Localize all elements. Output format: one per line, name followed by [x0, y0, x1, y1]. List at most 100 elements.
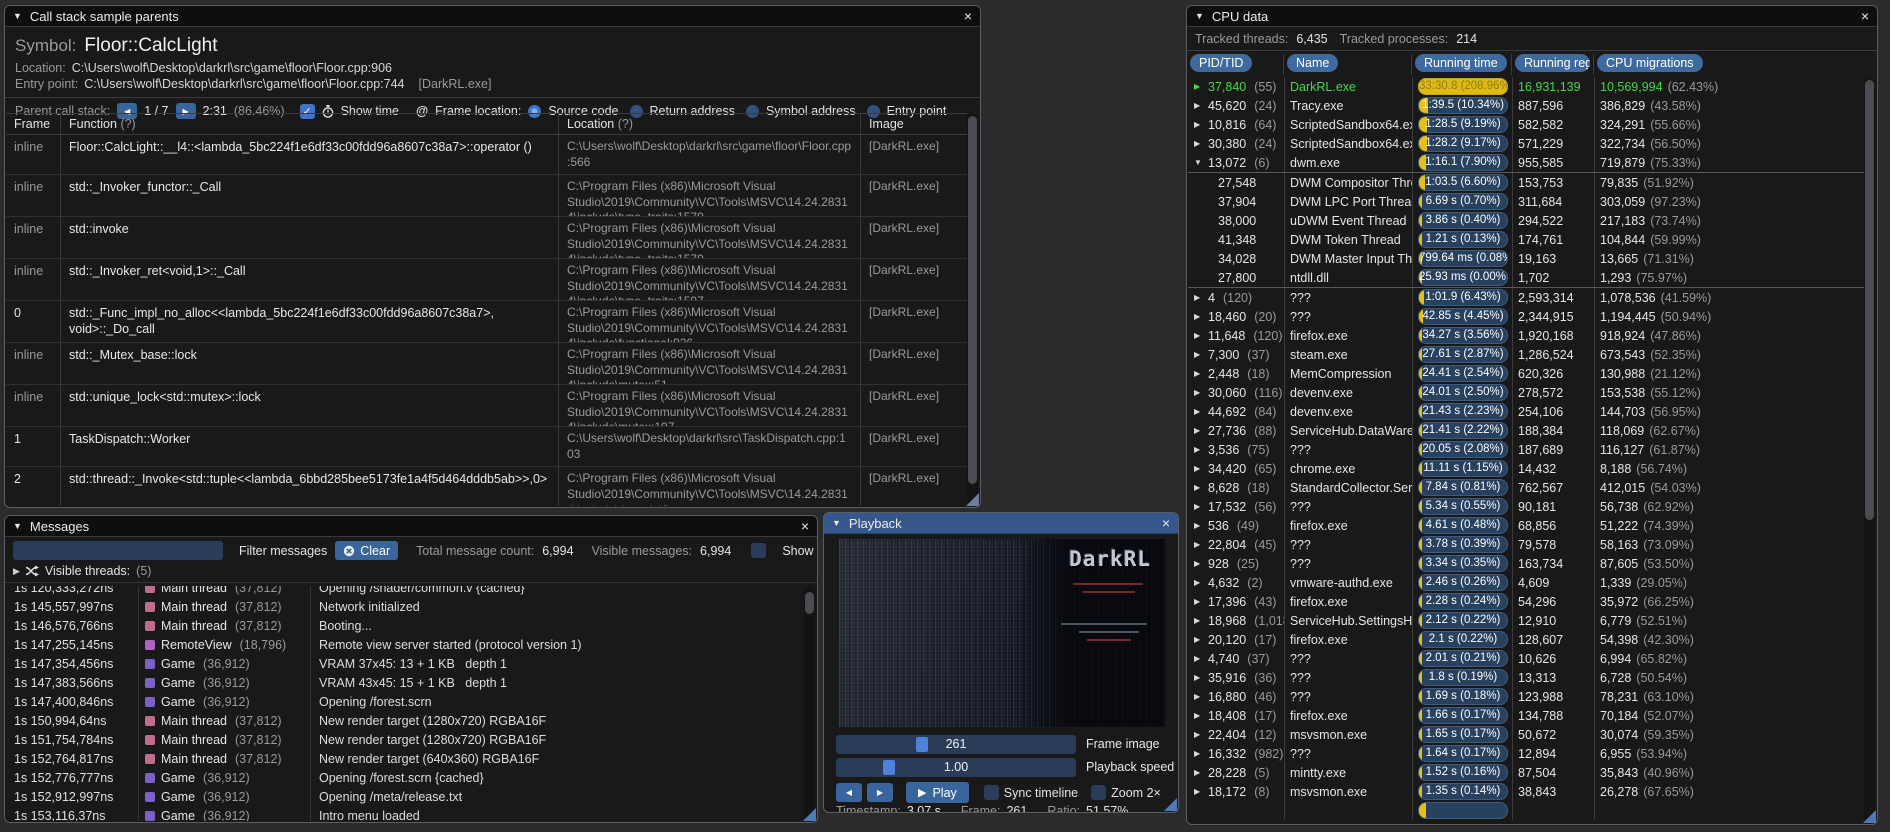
cpu-row[interactable]: 41,348 DWM Token Thread 1.21 s (0.13%) 174,…	[1188, 230, 1864, 249]
callstack-row[interactable]: 0 std::_Func_impl_no_alloc<<lambda_5bc224…	[6, 301, 967, 344]
expand-row-icon[interactable]: ▶	[1194, 597, 1204, 606]
message-row[interactable]: 1s 120,333,272ns Main thread (37,812) Openi…	[6, 586, 804, 597]
cpu-row[interactable]	[1188, 801, 1864, 820]
expand-row-icon[interactable]: ▶	[1194, 426, 1204, 435]
clear-button[interactable]: Clear	[335, 541, 399, 560]
expand-row-icon[interactable]: ▶	[1194, 787, 1204, 796]
cpu-row[interactable]: ▶ 7,300 (37) steam.exe 27.61 s (2.87%) 1,286,…	[1188, 345, 1864, 364]
cpu-scrollbar[interactable]	[1864, 78, 1875, 822]
cpu-row[interactable]: ▶ 30,060 (116) devenv.exe 24.01 s (2.50%) 278…	[1188, 383, 1864, 402]
message-row[interactable]: 1s 152,912,997ns Game (36,912) Opening /met…	[6, 787, 804, 806]
expand-row-icon[interactable]: ▶	[1194, 407, 1204, 416]
cpu-row[interactable]: ▶ 20,120 (17) firefox.exe 2.1 s (0.22%) 128,6…	[1188, 630, 1864, 649]
cpu-row[interactable]: ▶ 22,804 (45)??? 3.78 s (0.39%) 79,578 58,163…	[1188, 535, 1864, 554]
expand-row-icon[interactable]: ▶	[1194, 635, 1204, 644]
cpu-row[interactable]: ▶8,628(18) StandardCollector.Service.e 7.8…	[1188, 478, 1864, 497]
cpu-row[interactable]: ▶ 4,740 (37)??? 2.01 s (0.21%) 10,626 6,994 (6…	[1188, 649, 1864, 668]
cpu-row[interactable]: ▶ 45,620 (24) Tracy.exe 1:39.5 (10.34%) 887,5…	[1188, 96, 1864, 115]
expand-row-icon[interactable]: ▶	[1194, 350, 1204, 359]
expand-row-icon[interactable]: ▶	[1194, 673, 1204, 682]
cpu-row[interactable]: ▶ 17,396 (43) firefox.exe 2.28 s (0.24%) 54,2…	[1188, 592, 1864, 611]
message-row[interactable]: 1s 147,383,566ns Game (36,912) VRAM 43x45: …	[6, 673, 804, 692]
callstack-row[interactable]: inline std::invoke C:\Program Files (x86)\…	[6, 217, 967, 260]
cpu-row[interactable]: ▶ 16,880 (46)??? 1.69 s (0.18%) 123,988 78,23…	[1188, 687, 1864, 706]
resize-grip[interactable]	[966, 493, 979, 506]
expand-row-icon[interactable]: ▶	[1194, 464, 1204, 473]
header-frame[interactable]: Frame	[6, 114, 60, 135]
collapse-row-icon[interactable]: ▼	[1194, 158, 1204, 167]
expand-row-icon[interactable]: ▶	[1194, 559, 1204, 568]
message-row[interactable]: 1s 152,764,817ns Main thread (37,812) New r…	[6, 749, 804, 768]
header-location[interactable]: Location (?)	[558, 114, 860, 135]
close-icon[interactable]: ×	[1861, 9, 1869, 23]
cpu-row[interactable]: ▶ 536 (49) firefox.exe 4.61 s (0.48%) 68,856 5…	[1188, 516, 1864, 535]
expand-row-icon[interactable]: ▶	[1194, 120, 1204, 129]
zoom-2x-checkbox[interactable]	[1091, 785, 1107, 800]
resize-grip[interactable]	[1863, 810, 1876, 823]
header-cpu-migrations[interactable]: CPU migrations	[1597, 54, 1703, 72]
cpu-row[interactable]: ▶27,736(88) ServiceHub.DataWarehouse 21.41…	[1188, 421, 1864, 440]
header-image[interactable]: Image	[860, 114, 967, 135]
collapse-icon[interactable]: ▼	[13, 11, 22, 21]
expand-row-icon[interactable]: ▶	[1194, 654, 1204, 663]
expand-threads-icon[interactable]: ▶	[13, 566, 20, 577]
callstack-row[interactable]: inline std::_Mutex_base::lock C:\Program F…	[6, 343, 967, 386]
cpu-row[interactable]: ▶ 44,692 (84) devenv.exe 21.43 s (2.23%) 254,…	[1188, 402, 1864, 421]
cpu-row[interactable]: ▶ 18,460 (20)??? 42.85 s (4.45%) 2,344,915 1,…	[1188, 307, 1864, 326]
cpu-row[interactable]: ▶18,968(1,018)ServiceHub.SettingsHost.ex…	[1188, 611, 1864, 630]
cpu-row[interactable]: 38,000 uDWM Event Thread 3.86 s (0.40%) 294…	[1188, 211, 1864, 230]
cpu-row[interactable]: ▶ 18,408 (17) firefox.exe 1.66 s (0.17%) 134,…	[1188, 706, 1864, 725]
cpu-row[interactable]: ▶ 35,916 (36)??? 1.8 s (0.19%) 13,313 6,728 (5…	[1188, 668, 1864, 687]
message-row[interactable]: 1s 146,576,766ns Main thread (37,812) Booti…	[6, 616, 804, 635]
message-row[interactable]: 1s 145,557,997ns Main thread (37,812) Netwo…	[6, 597, 804, 616]
cpu-row[interactable]: 37,904 DWM LPC Port Thread 6.69 s (0.70%) 3…	[1188, 192, 1864, 211]
expand-row-icon[interactable]: ▶	[1194, 616, 1204, 625]
expand-row-icon[interactable]: ▶	[1194, 502, 1204, 511]
cpu-row[interactable]: ▶ 11,648 (120) firefox.exe 34.27 s (3.56%) 1,…	[1188, 326, 1864, 345]
cpu-row[interactable]: 34,028 DWM Master Input Thread 799.64 ms (…	[1188, 249, 1864, 268]
expand-row-icon[interactable]: ▶	[1194, 331, 1204, 340]
expand-row-icon[interactable]: ▶	[1194, 312, 1204, 321]
header-function[interactable]: Function (?)	[60, 114, 558, 135]
message-row[interactable]: 1s 150,994,64ns Main thread (37,812) New re…	[6, 711, 804, 730]
cpu-row[interactable]: ▶ 34,420 (65) chrome.exe 11.11 s (1.15%) 14,4…	[1188, 459, 1864, 478]
callstack-row[interactable]: inline std::unique_lock<std::mutex>::lock…	[6, 385, 967, 428]
message-row[interactable]: 1s 151,754,784ns Main thread (37,812) New r…	[6, 730, 804, 749]
callstack-row[interactable]: inline std::_Invoker_ret<void,1>::_Call C:…	[6, 259, 967, 302]
cpu-row[interactable]: ▶ 928 (25)??? 3.34 s (0.35%) 163,734 87,605 (5…	[1188, 554, 1864, 573]
cpu-row[interactable]: 27,800 ntdll.dll 25.93 ms (0.00%) 1,702 1,29…	[1188, 268, 1864, 287]
callstack-row[interactable]: 1 TaskDispatch::Worker C:\Users\wolf\Deskt…	[6, 427, 967, 468]
cpu-row[interactable]: ▶ 18,172 (8) msvsmon.exe 1.35 s (0.14%) 38,84…	[1188, 782, 1864, 801]
cpu-row[interactable]: ▶ 37,840 (55) DarkRL.exe 33:30.8 (208.96%) 16…	[1188, 77, 1864, 96]
callstack-scrollbar[interactable]	[967, 114, 978, 505]
cpu-row[interactable]: ▶ 4 (120)??? 1:01.9 (6.43%) 2,593,314 1,078,5…	[1188, 287, 1864, 307]
resize-grip[interactable]	[803, 808, 816, 821]
expand-row-icon[interactable]: ▶	[1194, 101, 1204, 110]
prev-frame-button[interactable]: ◀	[836, 783, 862, 802]
expand-row-icon[interactable]: ▶	[1194, 730, 1204, 739]
resize-grip[interactable]	[1164, 798, 1177, 811]
message-row[interactable]: 1s 153,116,37ns Game (36,912) Intro menu lo…	[6, 806, 804, 821]
message-row[interactable]: 1s 147,400,846ns Game (36,912) Opening /for…	[6, 692, 804, 711]
callstack-titlebar[interactable]: ▼ Call stack sample parents ×	[5, 6, 980, 27]
playback-titlebar[interactable]: ▼ Playback ×	[824, 513, 1178, 534]
callstack-row[interactable]: 2 std::thread::_Invoke<std::tuple<<lambda…	[6, 467, 967, 506]
expand-row-icon[interactable]: ▶	[1194, 540, 1204, 549]
expand-row-icon[interactable]: ▶	[1194, 521, 1204, 530]
collapse-icon[interactable]: ▼	[1195, 11, 1204, 21]
messages-scrollbar[interactable]	[804, 586, 815, 820]
header-name[interactable]: Name	[1287, 54, 1339, 72]
expand-row-icon[interactable]: ▶	[1194, 139, 1204, 148]
play-button[interactable]: ▶ Play	[906, 782, 969, 803]
show-images-checkbox[interactable]	[751, 543, 767, 558]
cpu-row[interactable]: ▶ 2,448 (18) MemCompression 24.41 s (2.54%) 6…	[1188, 364, 1864, 383]
frame-slider[interactable]: 261	[836, 735, 1076, 754]
expand-row-icon[interactable]: ▶	[1194, 445, 1204, 454]
expand-row-icon[interactable]: ▶	[1194, 692, 1204, 701]
expand-row-icon[interactable]: ▶	[1194, 749, 1204, 758]
expand-row-icon[interactable]: ▶	[1194, 388, 1204, 397]
cpu-row[interactable]: ▶ 16,332 (982)??? 1.64 s (0.17%) 12,894 6,955…	[1188, 744, 1864, 763]
cpu-row[interactable]: ▶ 22,404 (12) msvsmon.exe 1.65 s (0.17%) 50,6…	[1188, 725, 1864, 744]
cpu-row[interactable]: ▼ 13,072 (6) dwm.exe 1:16.1 (7.90%) 955,585 71…	[1188, 153, 1864, 172]
cpu-titlebar[interactable]: ▼ CPU data ×	[1187, 6, 1877, 27]
